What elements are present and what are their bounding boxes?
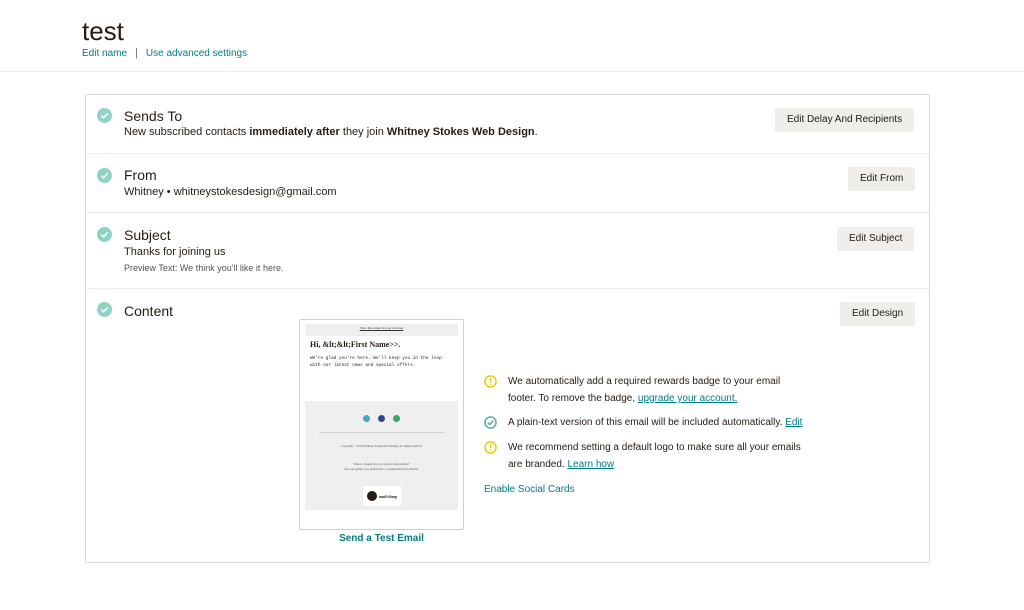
warning-icon <box>484 441 497 454</box>
sends-to-section: Sends To New subscribed contacts immedia… <box>86 95 929 154</box>
edit-design-button[interactable]: Edit Design <box>840 302 916 326</box>
sends-to-title: Sends To <box>124 108 183 124</box>
edit-name-link[interactable]: Edit name <box>82 48 127 59</box>
view-in-browser-link: View this email in your browser <box>359 326 404 330</box>
link-separator: | <box>135 47 138 59</box>
title-actions: Edit name | Use advanced settings <box>82 47 247 59</box>
warning-icon <box>484 375 497 388</box>
email-preview-canvas: View this email in your browser Hi, &lt;… <box>305 324 458 510</box>
from-description: Whitney • whitneystokesdesign@gmail.com <box>124 186 337 198</box>
check-icon <box>97 108 112 123</box>
check-circle-icon <box>484 416 497 429</box>
email-copyright: Copyright © 2018 Whitney Stokes Web Desi… <box>340 444 423 448</box>
check-icon <box>97 227 112 242</box>
header-divider <box>0 71 1024 72</box>
email-greeting: Hi, &lt;&lt;First Name>>. <box>310 340 401 349</box>
from-title: From <box>124 167 157 183</box>
edit-from-button[interactable]: Edit From <box>848 167 916 191</box>
email-body-text: We're glad you're here. We'll keep you i… <box>310 356 442 368</box>
enable-social-cards-link[interactable]: Enable Social Cards <box>484 484 575 495</box>
subject-line: Thanks for joining us <box>124 246 226 258</box>
subject-section: Subject Thanks for joining us Preview Te… <box>86 213 929 289</box>
email-preferences-text: Want to change how you receive these ema… <box>344 462 419 471</box>
upgrade-account-link[interactable]: upgrade your account. <box>638 393 738 404</box>
website-icon <box>393 415 400 422</box>
sends-to-description: New subscribed contacts immediately afte… <box>124 126 538 138</box>
social-icons <box>305 415 458 422</box>
mailchimp-badge: mailchimp <box>363 486 401 506</box>
send-test-email-link[interactable]: Send a Test Email <box>299 533 464 544</box>
mailchimp-logo-icon <box>366 491 377 501</box>
edit-delay-recipients-button[interactable]: Edit Delay And Recipients <box>775 108 915 132</box>
check-icon <box>97 168 112 183</box>
twitter-icon <box>363 415 370 422</box>
automation-email-card: Sends To New subscribed contacts immedia… <box>85 94 930 563</box>
email-preview-thumbnail[interactable]: View this email in your browser Hi, &lt;… <box>299 319 464 530</box>
from-section: From Whitney • whitneystokesdesign@gmail… <box>86 154 929 213</box>
check-icon <box>97 302 112 317</box>
advanced-settings-link[interactable]: Use advanced settings <box>146 48 247 59</box>
facebook-icon <box>378 415 385 422</box>
edit-plain-text-link[interactable]: Edit <box>785 417 802 428</box>
learn-how-link[interactable]: Learn how <box>568 459 615 470</box>
footer-divider <box>319 432 444 433</box>
preview-text: Preview Text: We think you'll like it he… <box>124 263 284 273</box>
edit-subject-button[interactable]: Edit Subject <box>837 227 915 251</box>
content-title: Content <box>124 303 174 319</box>
subject-title: Subject <box>124 227 171 243</box>
page-title: test <box>82 16 124 46</box>
